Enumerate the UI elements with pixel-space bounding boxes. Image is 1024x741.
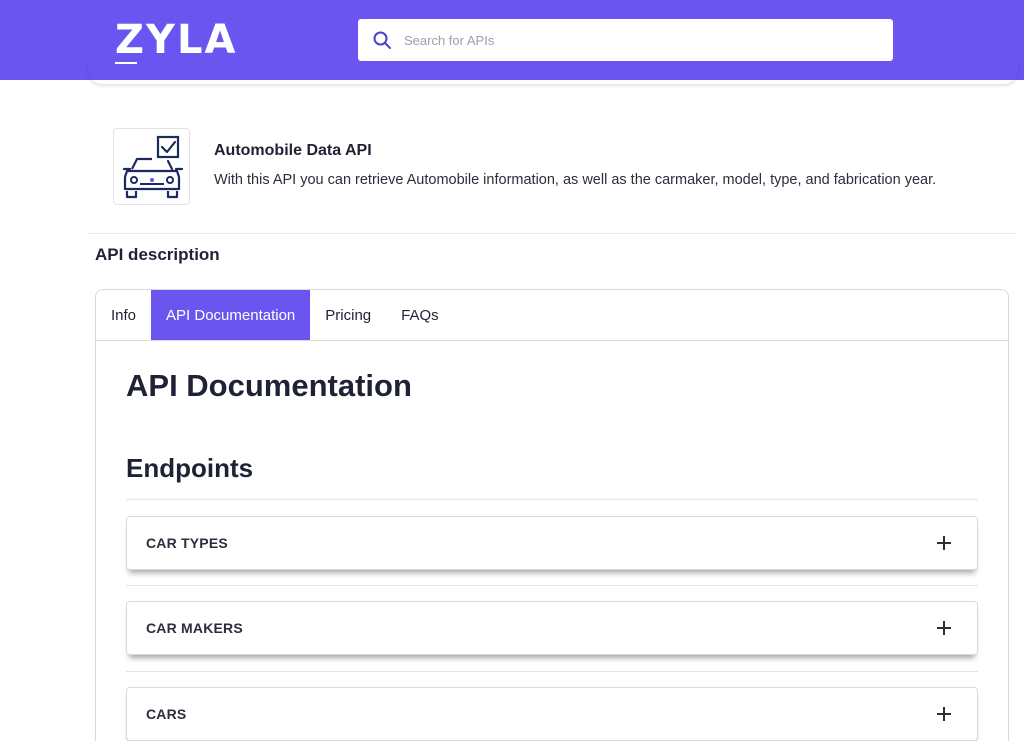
plus-icon[interactable] [937,621,951,635]
search-box[interactable] [358,19,893,61]
tab-pricing[interactable]: Pricing [310,290,386,340]
endpoint-cars[interactable]: CARS [126,687,978,741]
doc-title: API Documentation [126,368,412,403]
endpoint-car-types[interactable]: CAR TYPES [126,516,978,570]
endpoint-divider [126,585,978,586]
tab-info[interactable]: Info [96,290,151,340]
endpoint-label: CAR TYPES [146,535,228,551]
endpoint-car-makers[interactable]: CAR MAKERS [126,601,978,655]
search-icon[interactable] [372,30,392,50]
car-checklist-icon [122,135,183,198]
tab-bar: Info API Documentation Pricing FAQs [96,290,1008,341]
tab-api-documentation[interactable]: API Documentation [151,290,311,340]
tab-faqs[interactable]: FAQs [386,290,454,340]
api-title: Automobile Data API [214,142,372,159]
api-description: With this API you can retrieve Automobil… [214,172,937,188]
section-label: API description [95,245,220,264]
plus-icon[interactable] [937,707,951,721]
endpoint-label: CARS [146,706,187,722]
endpoints-heading: Endpoints [126,453,254,483]
endpoint-label: CAR MAKERS [146,620,243,636]
header-card-edge [88,60,1018,84]
endpoints-divider [126,499,978,500]
documentation-card: Info API Documentation Pricing FAQs API … [95,289,1009,741]
logo-text: ZYLA [115,17,238,63]
search-input[interactable] [404,32,864,48]
api-logo [113,128,190,205]
section-divider [88,233,1015,234]
zyla-logo[interactable]: ZYLA [115,14,235,66]
plus-icon[interactable] [937,536,951,550]
endpoint-divider [126,671,978,672]
